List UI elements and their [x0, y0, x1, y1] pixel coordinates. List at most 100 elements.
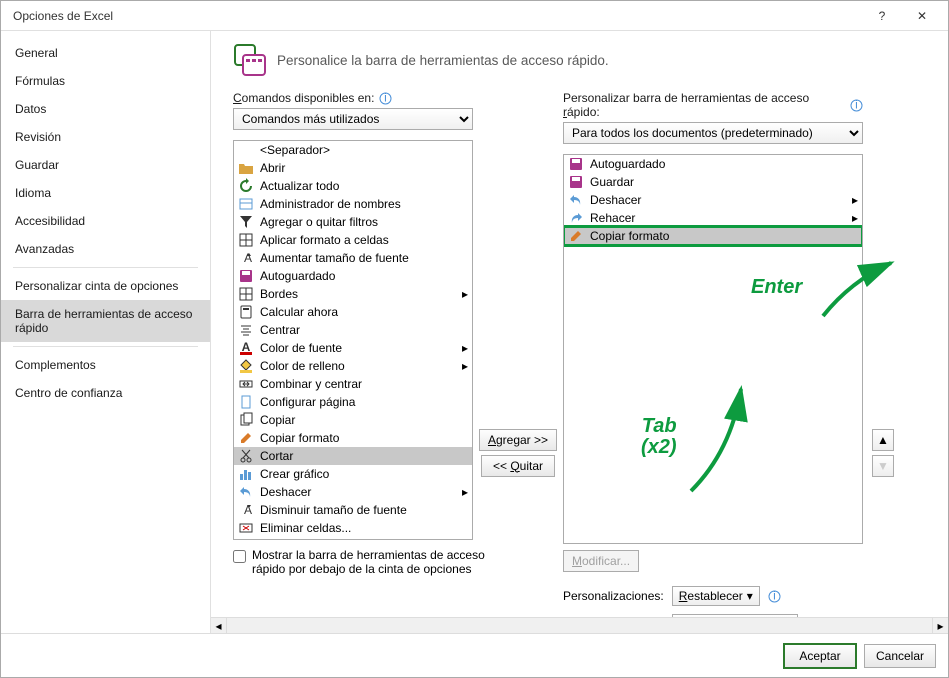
main-panel: Personalice la barra de herramientas de …: [211, 31, 948, 633]
sidebar-item[interactable]: Idioma: [1, 179, 210, 207]
list-item[interactable]: Copiar formato: [564, 227, 862, 245]
scroll-left-icon[interactable]: ◂: [211, 618, 227, 633]
list-item[interactable]: Actualizar todo: [234, 177, 472, 195]
horizontal-scrollbar[interactable]: ◂ ▸: [211, 617, 948, 633]
filter-icon: [238, 214, 254, 230]
list-item-label: Agregar o quitar filtros: [260, 215, 454, 229]
autosave-icon: [568, 156, 584, 172]
list-item[interactable]: ADisminuir tamaño de fuente: [234, 501, 472, 519]
sidebar-item[interactable]: Fórmulas: [1, 67, 210, 95]
sidebar-item[interactable]: Centro de confianza: [1, 379, 210, 407]
list-item[interactable]: Aplicar formato a celdas: [234, 231, 472, 249]
list-item-label: Color de relleno: [260, 359, 454, 373]
list-item[interactable]: Eliminar celdas...: [234, 519, 472, 537]
list-item-label: Autoguardado: [590, 157, 844, 171]
cut-icon: [238, 448, 254, 464]
list-item-label: Aumentar tamaño de fuente: [260, 251, 454, 265]
list-item[interactable]: Agregar o quitar filtros: [234, 213, 472, 231]
scroll-right-icon[interactable]: ▸: [932, 618, 948, 633]
list-item[interactable]: Autoguardado: [234, 267, 472, 285]
cancel-button[interactable]: Cancelar: [864, 644, 936, 668]
qat-scope-dropdown[interactable]: Para todos los documentos (predeterminad…: [563, 122, 863, 144]
list-item-label: Abrir: [260, 161, 454, 175]
list-item[interactable]: <Separador>: [234, 141, 472, 159]
list-item[interactable]: A Aumentar tamaño de fuente: [234, 249, 472, 267]
list-item[interactable]: Centrar: [234, 321, 472, 339]
list-item[interactable]: Cortar: [234, 447, 472, 465]
list-item[interactable]: Deshacer▸: [234, 483, 472, 501]
delcell-icon: [238, 520, 254, 536]
blank-icon: [238, 142, 254, 158]
dialog-footer: Aceptar Cancelar: [1, 633, 948, 677]
move-up-button[interactable]: ▲: [872, 429, 894, 451]
info-icon[interactable]: i: [378, 91, 392, 105]
list-item-label: Copiar formato: [590, 229, 844, 243]
list-item[interactable]: Guardar: [564, 173, 862, 191]
list-item-label: Centrar: [260, 323, 454, 337]
sidebar-item[interactable]: Personalizar cinta de opciones: [1, 272, 210, 300]
list-item[interactable]: Copiar: [234, 411, 472, 429]
sidebar-item[interactable]: Barra de herramientas de acceso rápido: [1, 300, 210, 342]
redo-icon: [568, 210, 584, 226]
list-item-label: Color de fuente: [260, 341, 454, 355]
qat-label: Personalizar barra de herramientas de ac…: [563, 91, 863, 119]
list-item[interactable]: Calcular ahora: [234, 303, 472, 321]
choose-commands-dropdown[interactable]: Comandos más utilizados: [233, 108, 473, 130]
undo-icon: [238, 484, 254, 500]
add-button[interactable]: Agregar >>: [479, 429, 557, 451]
list-item-label: Actualizar todo: [260, 179, 454, 193]
sidebar-item[interactable]: General: [1, 39, 210, 67]
info-icon[interactable]: i: [849, 98, 863, 112]
fontup-icon: A: [238, 250, 254, 266]
close-button[interactable]: ✕: [902, 2, 942, 30]
list-item[interactable]: Copiar formato: [234, 429, 472, 447]
show-below-ribbon-checkbox-label[interactable]: Mostrar la barra de herramientas de acce…: [233, 548, 493, 576]
list-item[interactable]: Bordes▸: [234, 285, 472, 303]
list-item-label: Autoguardado: [260, 269, 454, 283]
list-item-label: Guardar: [590, 175, 844, 189]
list-item-label: Combinar y centrar: [260, 377, 454, 391]
sidebar-item[interactable]: Datos: [1, 95, 210, 123]
sidebar-item[interactable]: Guardar: [1, 151, 210, 179]
sidebar-item[interactable]: Complementos: [1, 351, 210, 379]
info-icon[interactable]: i: [768, 589, 782, 603]
show-below-ribbon-checkbox[interactable]: [233, 550, 246, 563]
list-item-label: Bordes: [260, 287, 454, 301]
panel-header: Personalice la barra de herramientas de …: [233, 43, 930, 77]
submenu-indicator-icon: ▸: [460, 341, 470, 355]
sidebar-item[interactable]: Revisión: [1, 123, 210, 151]
list-item[interactable]: Administrador de nombres: [234, 195, 472, 213]
list-item[interactable]: Configurar página: [234, 393, 472, 411]
list-item[interactable]: Deshacer▸: [564, 191, 862, 209]
list-item[interactable]: Color de relleno▸: [234, 357, 472, 375]
svg-text:i: i: [384, 92, 387, 105]
excel-options-dialog: Opciones de Excel ? ✕ GeneralFórmulasDat…: [0, 0, 949, 678]
list-item[interactable]: Crear gráfico: [234, 465, 472, 483]
available-commands-listbox[interactable]: <Separador> Abrir Actualizar todo Administr…: [233, 140, 473, 540]
ok-button[interactable]: Aceptar: [784, 644, 856, 668]
sidebar-item[interactable]: Accesibilidad: [1, 207, 210, 235]
fontdown-icon: A: [238, 502, 254, 518]
fontcolor-icon: A: [238, 340, 254, 356]
list-item[interactable]: Abrir: [234, 159, 472, 177]
qat-commands-listbox[interactable]: Autoguardado Guardar Deshacer▸Rehacer▸ Copi…: [563, 154, 863, 544]
sidebar-item[interactable]: Avanzadas: [1, 235, 210, 263]
list-item[interactable]: Combinar y centrar: [234, 375, 472, 393]
undo-icon: [568, 192, 584, 208]
move-down-button: ▼: [872, 455, 894, 477]
save-icon: [568, 174, 584, 190]
reset-dropdown-button[interactable]: Restablecer ▾: [672, 586, 760, 606]
help-button[interactable]: ?: [862, 2, 902, 30]
folder-icon: [238, 160, 254, 176]
svg-text:i: i: [773, 590, 776, 603]
borders-icon: [238, 286, 254, 302]
remove-button[interactable]: << Quitar: [481, 455, 555, 477]
available-commands-column: Comandos disponibles en: i Comandos más …: [233, 91, 473, 633]
calc-icon: [238, 304, 254, 320]
list-item[interactable]: Rehacer▸: [564, 209, 862, 227]
qat-column: Personalizar barra de herramientas de ac…: [563, 91, 863, 633]
list-item-label: Cortar: [260, 449, 454, 463]
list-item-label: Deshacer: [260, 485, 454, 499]
list-item[interactable]: Autoguardado: [564, 155, 862, 173]
list-item[interactable]: A Color de fuente ▸: [234, 339, 472, 357]
